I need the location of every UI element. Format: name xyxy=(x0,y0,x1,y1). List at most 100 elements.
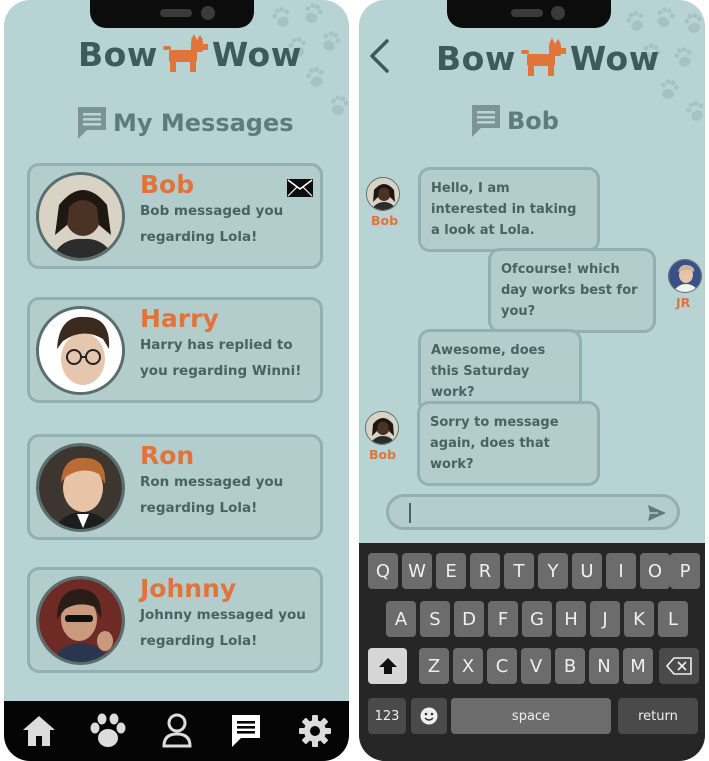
message-text: Sorry to message again, does that work? xyxy=(430,415,559,472)
key-v[interactable]: V xyxy=(521,648,551,684)
conversation-card-ron[interactable]: Ron Ron messaged you regarding Lola! xyxy=(27,434,323,540)
numbers-key[interactable]: 123 xyxy=(368,698,406,734)
text-caret xyxy=(409,503,411,523)
key-z[interactable]: Z xyxy=(419,648,449,684)
nav-home[interactable] xyxy=(17,709,61,753)
nav-messages[interactable] xyxy=(224,709,268,753)
key-d[interactable]: D xyxy=(454,601,484,637)
brand-right-text: Wow xyxy=(211,34,302,74)
key-e[interactable]: E xyxy=(436,553,466,589)
space-key[interactable]: space xyxy=(451,698,611,734)
message-bubble-outgoing: Ofcourse! which day works best for you? xyxy=(488,248,656,333)
nav-pets[interactable] xyxy=(86,709,130,753)
return-key[interactable]: return xyxy=(618,698,698,734)
message-preview: Johnny messaged you regarding Lola! xyxy=(140,607,306,649)
key-s[interactable]: S xyxy=(420,601,450,637)
gear-icon xyxy=(298,715,331,747)
contact-name: Johnny xyxy=(140,574,237,603)
chat-title: Bob xyxy=(471,104,559,138)
message-bubble-incoming: Hello, I am interested in taking a look … xyxy=(418,167,600,252)
key-b[interactable]: B xyxy=(555,648,585,684)
key-k[interactable]: K xyxy=(624,601,654,637)
chat-screen: Bow Wow Bob Bob Hello, I am interested i… xyxy=(359,0,705,761)
key-w[interactable]: W xyxy=(402,553,432,589)
sender-name: Bob xyxy=(371,213,399,228)
numbers-key-label: 123 xyxy=(374,708,400,724)
key-y[interactable]: Y xyxy=(538,553,568,589)
key-u[interactable]: U xyxy=(572,553,602,589)
bottom-nav xyxy=(4,701,349,761)
avatar xyxy=(36,576,125,665)
key-g[interactable]: G xyxy=(522,601,552,637)
conversation-card-johnny[interactable]: Johnny Johnny messaged you regarding Lol… xyxy=(27,567,323,673)
contact-name: Harry xyxy=(140,304,219,333)
contact-name: Ron xyxy=(140,441,195,470)
message-text: Hello, I am interested in taking a look … xyxy=(431,181,577,238)
sender-name: JR xyxy=(676,295,691,310)
message-preview: Bob messaged you regarding Lola! xyxy=(140,203,284,245)
contact-name: Bob xyxy=(140,170,195,199)
backspace-key[interactable] xyxy=(659,648,699,684)
avatar-bob xyxy=(365,411,399,445)
key-p[interactable]: P xyxy=(670,553,700,589)
key-c[interactable]: C xyxy=(487,648,517,684)
page-title: My Messages xyxy=(77,106,294,140)
messages-screen: Bow Wow My Messages Bob Bob messaged you… xyxy=(4,0,349,761)
key-l[interactable]: L xyxy=(658,601,688,637)
brand-left-text: Bow xyxy=(78,34,158,74)
key-i[interactable]: I xyxy=(606,553,636,589)
key-a[interactable]: A xyxy=(386,601,416,637)
phone-notch xyxy=(447,0,611,28)
conversation-card-bob[interactable]: Bob Bob messaged you regarding Lola! xyxy=(27,163,323,269)
nav-profile[interactable] xyxy=(155,709,199,753)
emoji-icon xyxy=(420,707,438,725)
dog-icon xyxy=(162,34,208,72)
message-preview: Harry has replied to you regarding Winni… xyxy=(140,337,302,379)
key-n[interactable]: N xyxy=(589,648,619,684)
space-key-label: space xyxy=(511,708,551,724)
chat-icon xyxy=(472,105,500,137)
key-x[interactable]: X xyxy=(453,648,483,684)
back-chevron-icon[interactable] xyxy=(367,38,391,74)
user-icon xyxy=(161,713,192,748)
page-title-text: My Messages xyxy=(113,109,294,137)
send-icon[interactable] xyxy=(647,504,667,522)
avatar xyxy=(36,172,125,261)
shift-arrow-icon xyxy=(378,658,397,674)
app-logo: Bow Wow xyxy=(436,38,660,78)
key-t[interactable]: T xyxy=(504,553,534,589)
key-o[interactable]: O xyxy=(640,553,670,589)
chat-icon xyxy=(78,107,106,139)
backspace-icon xyxy=(666,657,692,675)
conversation-card-harry[interactable]: Harry Harry has replied to you regarding… xyxy=(27,297,323,403)
envelope-icon xyxy=(287,179,313,197)
nav-settings[interactable] xyxy=(293,709,337,753)
key-f[interactable]: F xyxy=(488,601,518,637)
key-m[interactable]: M xyxy=(623,648,653,684)
chat-title-text: Bob xyxy=(507,107,559,135)
brand-left-text: Bow xyxy=(436,38,516,78)
app-logo: Bow Wow xyxy=(78,34,302,74)
phone-notch xyxy=(90,0,254,28)
shift-key[interactable] xyxy=(368,648,407,684)
brand-right-text: Wow xyxy=(569,38,660,78)
dog-icon xyxy=(520,38,566,76)
avatar xyxy=(36,306,125,395)
key-j[interactable]: J xyxy=(590,601,620,637)
key-r[interactable]: R xyxy=(470,553,500,589)
return-key-label: return xyxy=(638,708,678,724)
sender-name: Bob xyxy=(369,447,397,462)
avatar xyxy=(36,443,125,532)
message-text: Awesome, does this Saturday work? xyxy=(431,343,546,400)
key-h[interactable]: H xyxy=(556,601,586,637)
message-input[interactable] xyxy=(386,494,680,530)
paw-icon xyxy=(90,713,125,747)
avatar-jr xyxy=(668,259,702,293)
chat-icon xyxy=(231,715,260,747)
key-q[interactable]: Q xyxy=(368,553,398,589)
avatar-bob xyxy=(366,177,400,211)
on-screen-keyboard: Q W E R T Y U I O P A S D F G H J K L Z … xyxy=(359,543,705,761)
emoji-key[interactable] xyxy=(411,698,447,734)
message-text: Ofcourse! which day works best for you? xyxy=(501,262,638,319)
home-icon xyxy=(22,716,55,746)
